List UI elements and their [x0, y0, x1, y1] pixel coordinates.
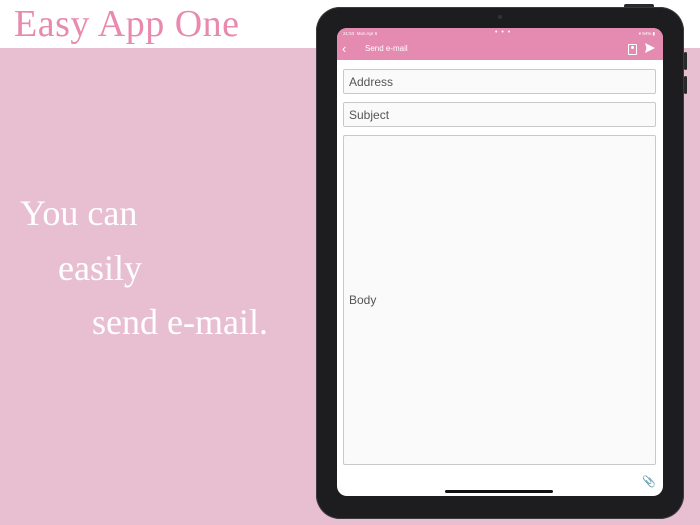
tablet-volume-down-button — [684, 76, 687, 94]
address-field[interactable]: Address — [343, 69, 656, 94]
tagline-line-2: easily — [58, 248, 142, 288]
subject-placeholder: Subject — [349, 108, 390, 122]
tagline-line-1: You can — [20, 193, 138, 233]
body-field[interactable]: Body — [343, 135, 656, 465]
home-indicator[interactable] — [445, 490, 553, 493]
status-bar: 21:53 Mon Apr 6 • • • ▾ 94% ▮ — [337, 28, 663, 40]
camera-icon — [498, 15, 502, 19]
status-time: 21:53 Mon Apr 6 — [343, 31, 378, 36]
tablet-screen: 21:53 Mon Apr 6 • • • ▾ 94% ▮ ‹ Send e-m… — [337, 28, 663, 496]
paper-plane-icon[interactable] — [644, 42, 656, 54]
app-title: Easy App One — [14, 3, 240, 45]
tagline-line-3: send e-mail. — [92, 302, 268, 342]
wifi-icon: ▾ — [638, 31, 641, 36]
status-battery: ▾ 94% ▮ — [638, 31, 655, 36]
nav-bar: ‹ Send e-mail — [337, 40, 663, 60]
address-placeholder: Address — [349, 75, 394, 89]
nav-title: Send e-mail — [365, 44, 408, 53]
status-dots: • • • — [495, 29, 512, 36]
subject-field[interactable]: Subject — [343, 102, 656, 127]
chevron-left-icon[interactable]: ‹ — [342, 41, 346, 57]
contact-icon[interactable] — [628, 44, 637, 55]
paperclip-icon[interactable]: 📎 — [642, 475, 656, 488]
body-placeholder: Body — [349, 293, 377, 307]
tablet-volume-up-button — [684, 52, 687, 70]
battery-icon: ▮ — [652, 31, 655, 36]
